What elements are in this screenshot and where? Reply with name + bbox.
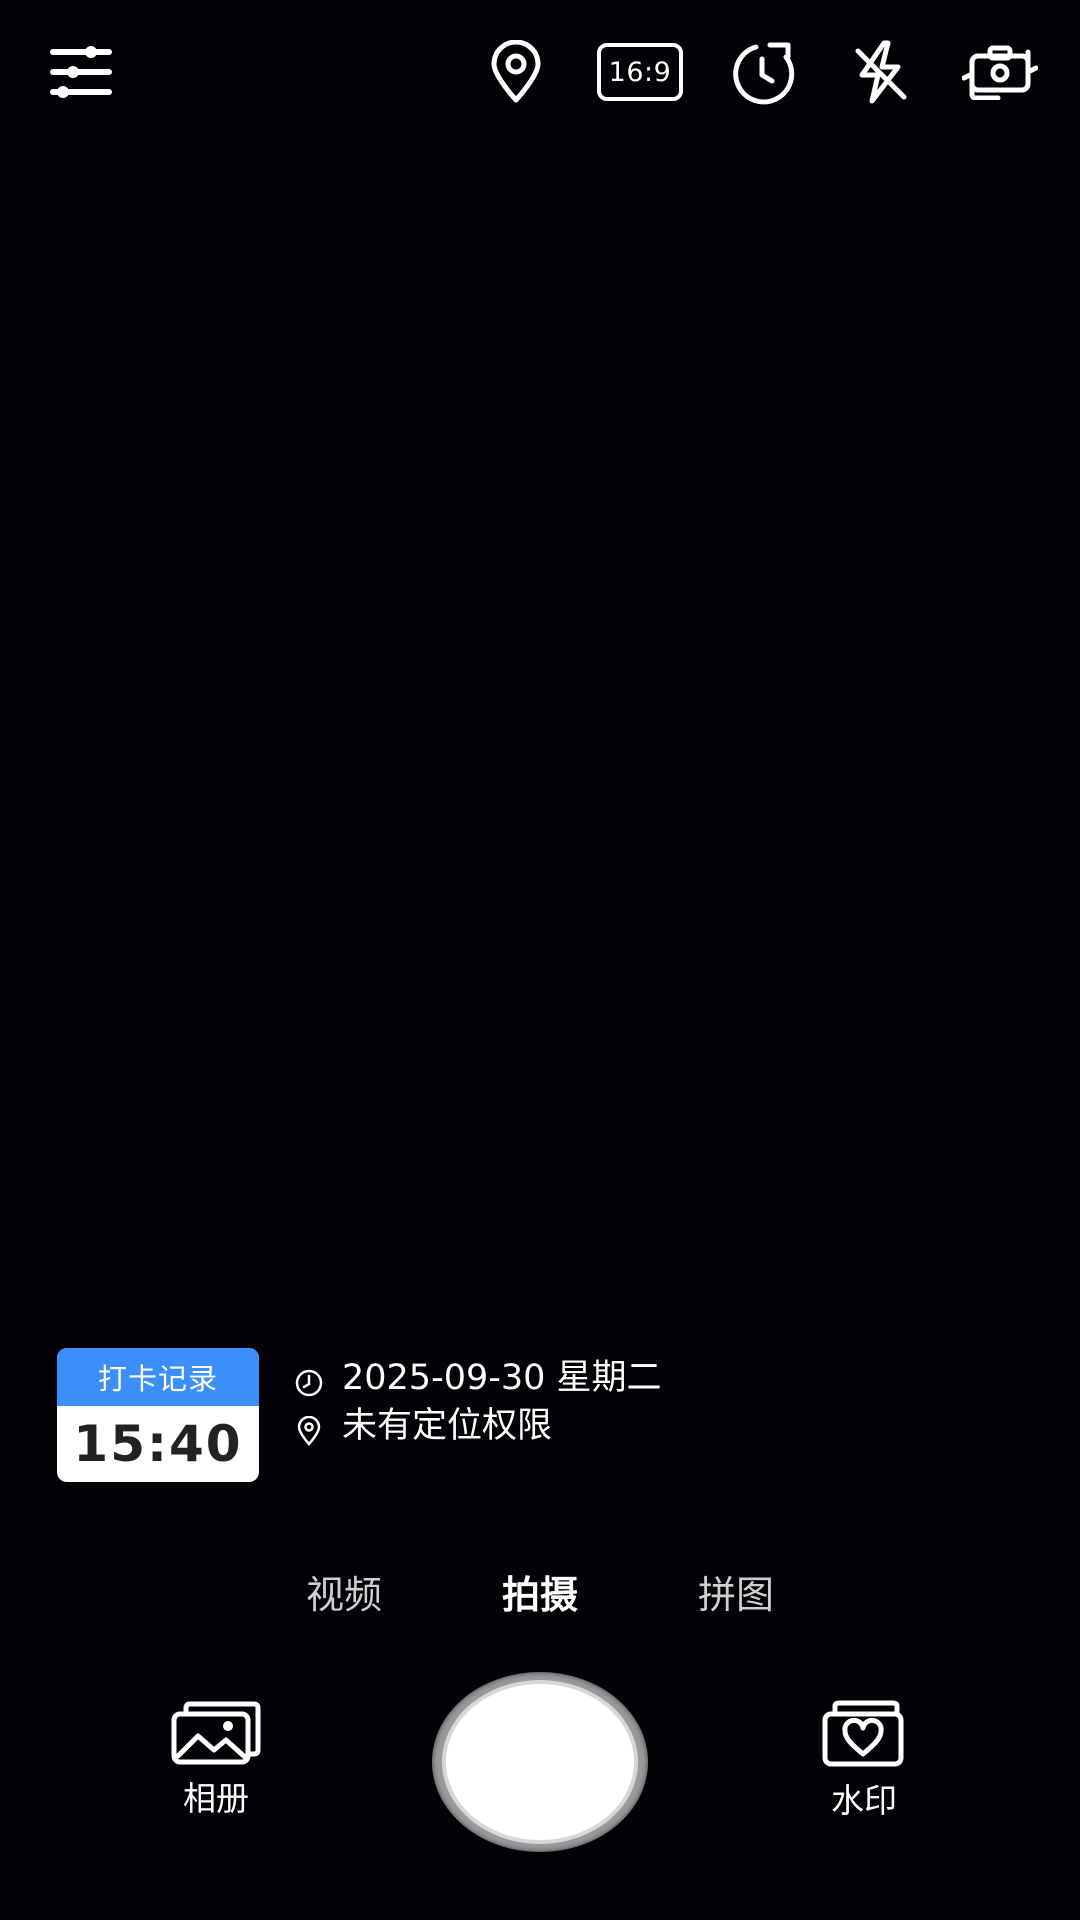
watermark-label: 水印 — [831, 1781, 897, 1820]
switch-camera-icon — [962, 45, 1038, 100]
watermark-heart-icon — [822, 1700, 904, 1767]
punch-card-time: 15:40 — [73, 1415, 243, 1473]
bottom-controls: 相册 水印 — [0, 1660, 1080, 1860]
location-pin-icon — [491, 40, 541, 103]
clock-icon — [292, 1366, 326, 1400]
watermark-location-text: 未有定位权限 — [342, 1406, 553, 1446]
album-label: 相册 — [183, 1779, 249, 1818]
watermark-info: 2025-09-30 星期二 未有定位权限 — [292, 1356, 692, 1448]
settings-button[interactable] — [46, 40, 116, 104]
tab-video[interactable]: 视频 — [274, 1570, 414, 1620]
tab-photo[interactable]: 拍摄 — [470, 1570, 610, 1620]
tab-collage[interactable]: 拼图 — [666, 1570, 806, 1620]
timer-icon — [733, 42, 795, 105]
watermark-date-row: 2025-09-30 星期二 — [292, 1356, 692, 1400]
shutter-inner — [446, 1684, 634, 1840]
watermark-location-row: 未有定位权限 — [292, 1404, 692, 1448]
aspect-ratio-button[interactable]: 16:9 — [595, 40, 685, 104]
mode-tabs: 视频 拍摄 拼图 — [0, 1570, 1080, 1620]
timer-button[interactable] — [724, 36, 802, 108]
watermark-date-text: 2025-09-30 星期二 — [342, 1358, 662, 1398]
camera-screen: 16:9 打卡记录 15:40 2025-09-30 星期二 未有定位权限 视频… — [0, 0, 1080, 1920]
photo-album-icon — [171, 1701, 261, 1765]
flash-button[interactable] — [846, 36, 914, 108]
aspect-ratio-label: 16:9 — [597, 43, 683, 101]
switch-camera-button[interactable] — [960, 40, 1040, 104]
flash-off-icon — [855, 40, 907, 104]
album-button[interactable]: 相册 — [146, 1700, 286, 1820]
punch-card-title: 打卡记录 — [57, 1348, 259, 1406]
location-button[interactable] — [482, 36, 550, 108]
top-toolbar: 16:9 — [0, 0, 1080, 140]
watermark-button[interactable]: 水印 — [794, 1700, 934, 1822]
shutter-button[interactable] — [432, 1672, 648, 1852]
punch-card-badge[interactable]: 打卡记录 15:40 — [57, 1348, 259, 1482]
location-small-icon — [292, 1414, 326, 1448]
sliders-icon — [50, 46, 112, 98]
